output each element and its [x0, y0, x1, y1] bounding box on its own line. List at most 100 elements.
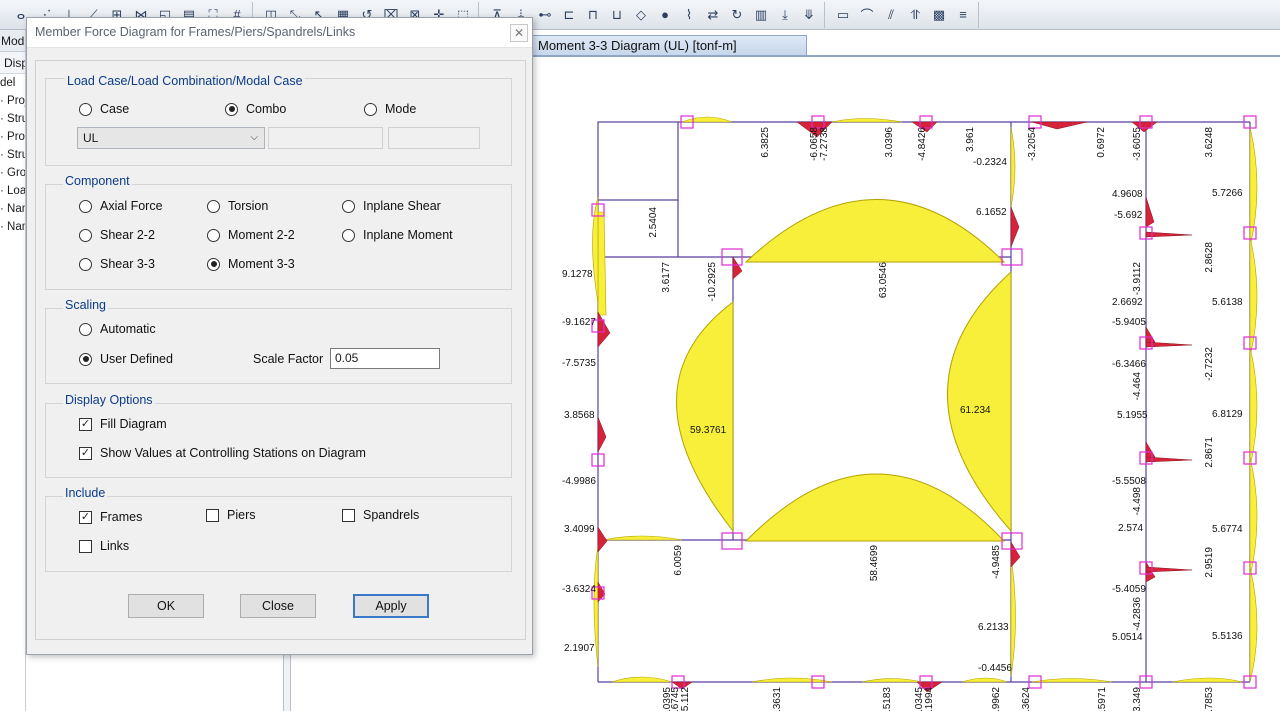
radio-axial-force[interactable]: Axial Force [79, 199, 163, 213]
moment-spike [1145, 456, 1193, 463]
checkbox-show-values[interactable]: ✓ Show Values at Controlling Stations on … [79, 446, 366, 460]
tree-item[interactable]: del [0, 74, 25, 92]
value-label: 5.112 [680, 687, 691, 711]
value-label: 3.349 [1132, 687, 1143, 711]
value-label: 2.8671 [1204, 437, 1215, 468]
value-label: 3.0396 [884, 127, 895, 158]
radio-mode[interactable]: Mode [364, 102, 416, 116]
radio-dot[interactable] [207, 257, 220, 271]
assign-diaphragm-icon[interactable]: ◇ [630, 4, 652, 26]
chevron-down-icon[interactable]: ⌵ [250, 128, 258, 148]
radio-moment-3-3[interactable]: Moment 3-3 [207, 257, 295, 271]
assign-spring-icon[interactable]: ⌇ [678, 4, 700, 26]
checkmark-icon[interactable]: ✓ [79, 417, 92, 431]
scale-factor-input[interactable]: 0.05 [330, 348, 440, 369]
checkmark-icon[interactable]: ✓ [79, 510, 92, 524]
combo-select[interactable]: UL ⌵ [77, 127, 265, 149]
assign-area-load-icon[interactable]: ▥ [750, 4, 772, 26]
assign-offset-icon[interactable]: ⇄ [702, 4, 724, 26]
close-button[interactable]: Close [240, 594, 316, 618]
value-label: 2.574 [1118, 523, 1143, 534]
joint-marker[interactable] [721, 532, 743, 550]
radio-dot[interactable] [207, 228, 220, 242]
case-field-disabled [268, 127, 383, 149]
checkbox-links[interactable]: Links [79, 539, 129, 553]
assign-section-icon[interactable]: ⊏ [558, 4, 580, 26]
checkmark-icon[interactable]: ✓ [79, 446, 92, 460]
radio-inplane-shear[interactable]: Inplane Shear [342, 199, 441, 213]
value-label: -4.2836 [1132, 597, 1143, 631]
radio-torsion[interactable]: Torsion [207, 199, 268, 213]
tree-item[interactable]: · Prop [0, 128, 25, 146]
radio-dot[interactable] [79, 199, 92, 213]
moment-spike [1145, 231, 1193, 238]
radio-dot[interactable] [207, 199, 220, 213]
tree-item[interactable]: · Nam [0, 200, 25, 218]
radio-dot[interactable] [342, 199, 355, 213]
moment-fill-positive [1249, 346, 1258, 468]
assign-spandrel-icon[interactable]: ⊔ [606, 4, 628, 26]
assign-moment-icon[interactable]: ↻ [726, 4, 748, 26]
assign-frame-load-icon[interactable]: ⤋ [798, 4, 820, 26]
value-label: 3.7853 [1204, 687, 1215, 711]
radio-automatic[interactable]: Automatic [79, 322, 156, 336]
radio-mode-dot[interactable] [364, 102, 377, 116]
radio-case[interactable]: Case [79, 102, 129, 116]
value-label: -0.2324 [973, 157, 1007, 168]
radio-inplane-moment[interactable]: Inplane Moment [342, 228, 453, 242]
radio-dot[interactable] [79, 352, 92, 366]
ok-button[interactable]: OK [128, 594, 204, 618]
tab-model[interactable]: Mod [0, 30, 25, 52]
show-forces-icon[interactable]: ⫽ [880, 4, 902, 26]
radio-mode-label: Mode [385, 102, 417, 116]
moment-fill-positive [1031, 678, 1113, 683]
apply-button[interactable]: Apply [353, 594, 429, 618]
show-undeformed-icon[interactable]: ▭ [832, 4, 854, 26]
tab-display[interactable]: Disp [0, 52, 25, 74]
radio-combo-dot[interactable] [225, 102, 238, 116]
show-stress-icon[interactable]: ▩ [928, 4, 950, 26]
assign-mass-icon[interactable]: ● [654, 4, 676, 26]
dialog-titlebar[interactable]: Member Force Diagram for Frames/Piers/Sp… [27, 18, 532, 48]
value-label: 2.9519 [1204, 547, 1215, 578]
radio-dot[interactable] [342, 228, 355, 242]
radio-dot[interactable] [79, 257, 92, 271]
checkbox-box[interactable] [342, 508, 355, 522]
checkbox-spandrels[interactable]: Spandrels [342, 508, 419, 522]
value-label: 6.1652 [976, 207, 1007, 218]
diagram-window-tab[interactable]: Moment 3-3 Diagram (UL) [tonf-m] [532, 35, 807, 56]
tree-item[interactable]: · Proj [0, 92, 25, 110]
radio-dot[interactable] [79, 228, 92, 242]
radio-shear-2-2[interactable]: Shear 2-2 [79, 228, 155, 242]
radio-dot[interactable] [79, 322, 92, 336]
tree-item[interactable]: · Loa [0, 182, 25, 200]
assign-release-icon[interactable]: ⊷ [534, 4, 556, 26]
close-icon[interactable]: ✕ [510, 24, 528, 42]
radio-shear-3-3[interactable]: Shear 3-3 [79, 257, 155, 271]
assign-pier-icon[interactable]: ⊓ [582, 4, 604, 26]
tree-item[interactable]: · Nam [0, 218, 25, 236]
tree-item[interactable]: · Grou [0, 164, 25, 182]
checkbox-fill-diagram[interactable]: ✓ Fill Diagram [79, 417, 167, 431]
tree-item[interactable]: · Stru [0, 110, 25, 128]
moment-diagram-canvas[interactable]: 9.1278 -9.1627 -7.5735 3.8568 -4.9986 3.… [532, 57, 1280, 711]
checkbox-piers[interactable]: Piers [206, 508, 255, 522]
checkbox-box[interactable] [206, 508, 219, 522]
assign-joint-load-icon[interactable]: ⤓ [774, 4, 796, 26]
radio-user-defined[interactable]: User Defined [79, 352, 173, 366]
value-label: -5.692 [1114, 210, 1143, 221]
radio-case-dot[interactable] [79, 102, 92, 116]
moment-fill-positive [1171, 677, 1243, 683]
show-story-icon[interactable]: ≡ [952, 4, 974, 26]
show-deformed-icon[interactable]: ⌒ [856, 4, 878, 26]
checkbox-frames[interactable]: ✓ Frames [79, 510, 142, 524]
radio-combo[interactable]: Combo [225, 102, 286, 116]
radio-moment-2-2[interactable]: Moment 2-2 [207, 228, 295, 242]
checkbox-box[interactable] [79, 539, 92, 553]
show-reactions-icon[interactable]: ⥣ [904, 4, 926, 26]
moment-spike [1145, 196, 1155, 228]
value-label: 5.0514 [1112, 632, 1143, 643]
splitter[interactable] [283, 650, 291, 711]
tree-item[interactable]: · Stru [0, 146, 25, 164]
scale-factor-label: Scale Factor [253, 352, 324, 366]
